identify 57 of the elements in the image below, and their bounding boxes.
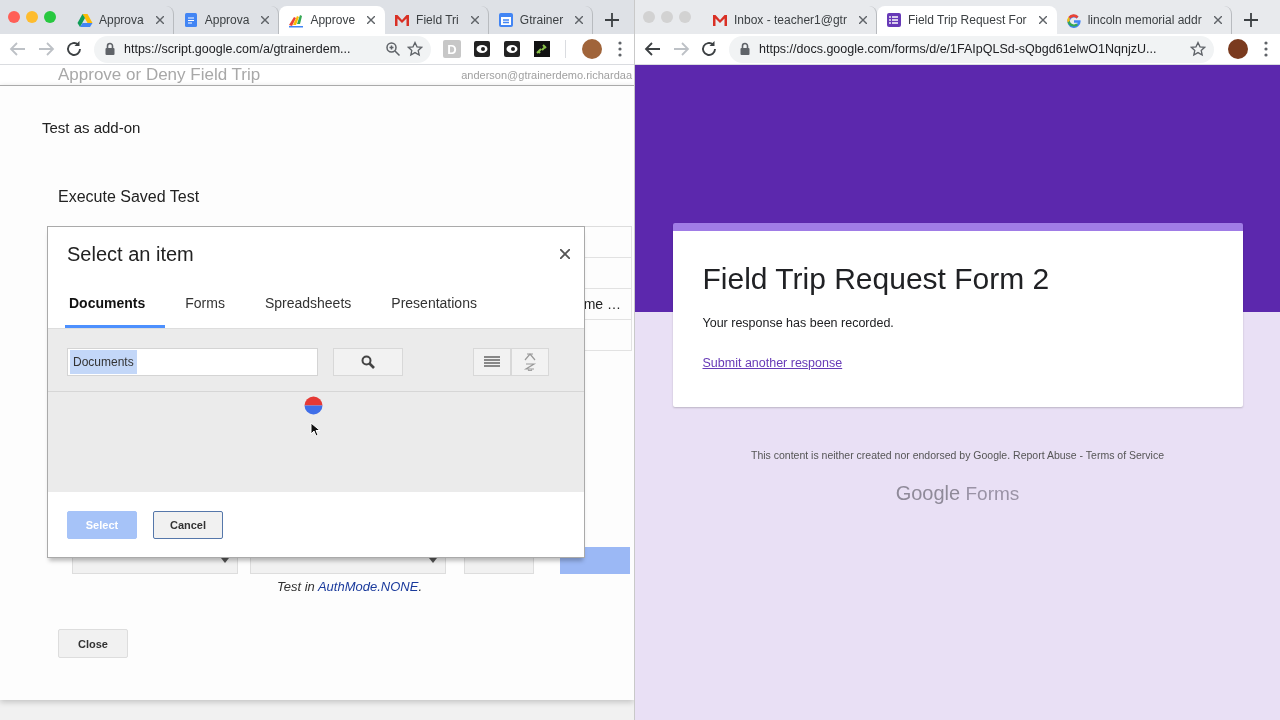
tab[interactable]: Forms: [181, 281, 245, 328]
envelope-icon: [712, 12, 728, 28]
dialog-title: Test as add-on: [42, 118, 142, 138]
list-icon: [484, 356, 500, 368]
close-icon[interactable]: [1038, 16, 1047, 24]
tab[interactable]: Presentations: [387, 281, 497, 328]
close-icon[interactable]: [1213, 16, 1222, 24]
link-icon[interactable]: [533, 40, 551, 58]
close-icon[interactable]: [470, 16, 479, 24]
close-icon[interactable]: [575, 16, 584, 24]
avatar[interactable]: [582, 39, 602, 59]
browser-tab[interactable]: Approve: [279, 6, 386, 34]
eye-icon[interactable]: [473, 40, 491, 58]
triangle-logo-icon: [77, 12, 93, 28]
zoom-icon[interactable]: [385, 41, 401, 57]
confirmation-message: Your response has been recorded.: [702, 315, 895, 332]
star-icon[interactable]: [407, 41, 423, 57]
form-title: Field Trip Request Form 2: [702, 261, 1051, 297]
list-view-button[interactable]: [473, 348, 511, 376]
search-field[interactable]: Documents: [67, 348, 318, 376]
report-abuse-link[interactable]: Report Abuse: [1013, 449, 1077, 461]
sort-icon: [523, 353, 537, 371]
address-bar[interactable]: https://script.google.com/a/gtrainerdem...: [94, 35, 431, 63]
google-forms-logo: Google Forms: [895, 482, 1020, 505]
section-heading: Execute Saved Test: [58, 187, 201, 207]
close-button[interactable]: Close: [58, 629, 128, 658]
cancel-button[interactable]: Cancel: [153, 510, 223, 539]
calendar-icon: [497, 12, 514, 28]
address-bar[interactable]: https://docs.google.com/forms/d/e/1FAIpQLSd-sQbgd61elwO1NqnjzU...: [729, 35, 1214, 63]
g-logo-icon: [1065, 12, 1082, 28]
close-icon[interactable]: [367, 16, 376, 24]
close-icon[interactable]: [560, 249, 570, 259]
new-tab-icon[interactable]: [1243, 13, 1258, 27]
footer-disclaimer: This content is neither created nor endorsed by Google. Report Abuse - Terms of Service: [750, 448, 1165, 463]
terms-link[interactable]: Terms of Service: [1085, 449, 1165, 461]
dialog-title: Select an item: [67, 242, 194, 266]
submit-another-link[interactable]: Submit another response: [702, 354, 843, 372]
browser-tab[interactable]: Field Trip Request For: [876, 6, 1057, 34]
envelope-icon: [394, 12, 411, 28]
close-icon[interactable]: [858, 16, 867, 24]
star-icon[interactable]: [1190, 41, 1206, 57]
logo-icon: [288, 12, 305, 28]
cursor-icon: [310, 422, 320, 437]
avatar[interactable]: [1228, 39, 1248, 59]
new-tab-icon[interactable]: [605, 13, 620, 27]
auth-mode-note: Test in AuthMode.NONE.: [277, 578, 423, 596]
form-icon: [885, 12, 902, 28]
eye-icon[interactable]: [503, 40, 521, 58]
account-email: anderson@gtrainerdemo.richardaa: [461, 69, 632, 81]
document-icon: [182, 12, 199, 28]
table-cell: me …: [583, 296, 621, 312]
close-icon[interactable]: [261, 16, 270, 24]
page-title: Approve or Deny Field Trip: [58, 65, 261, 85]
search-icon: [361, 355, 375, 369]
search-button[interactable]: [333, 348, 403, 376]
tab[interactable]: Spreadsheets: [260, 281, 372, 328]
close-icon[interactable]: [155, 16, 164, 24]
